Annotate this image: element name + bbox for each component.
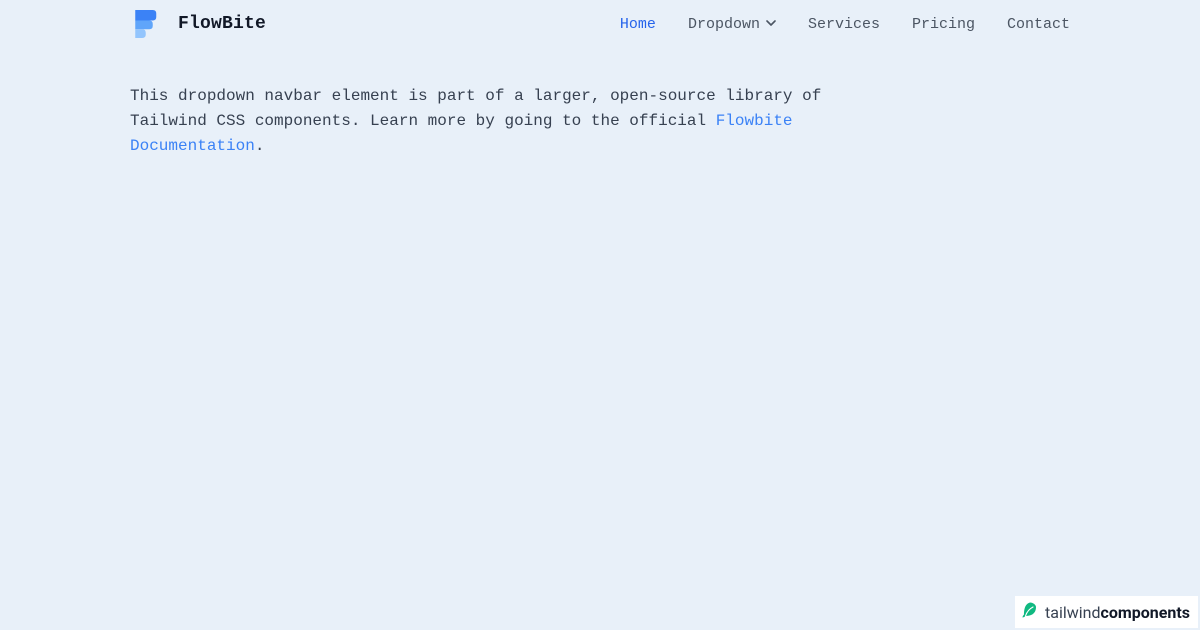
footer-light: tailwind	[1045, 603, 1101, 622]
nav-label: Pricing	[912, 16, 975, 33]
tailwind-components-badge[interactable]: tailwindcomponents	[1015, 596, 1198, 628]
nav-link-dropdown[interactable]: Dropdown	[688, 16, 776, 33]
nav-label: Dropdown	[688, 16, 760, 33]
description-part2: .	[255, 137, 265, 155]
nav-links: Home Dropdown Services Pricing Contact	[620, 16, 1070, 33]
nav-link-home[interactable]: Home	[620, 16, 656, 33]
chevron-down-icon	[766, 16, 776, 33]
nav-label: Services	[808, 16, 880, 33]
footer-text: tailwindcomponents	[1045, 603, 1190, 622]
description-text: This dropdown navbar element is part of …	[130, 84, 830, 158]
flowbite-logo-icon	[130, 8, 158, 40]
brand-name: FlowBite	[178, 14, 266, 34]
nav-link-services[interactable]: Services	[808, 16, 880, 33]
content-area: This dropdown navbar element is part of …	[130, 64, 1070, 158]
leaf-icon	[1021, 601, 1039, 623]
nav-label: Home	[620, 16, 656, 33]
navbar: FlowBite Home Dropdown Services Pricing	[130, 8, 1070, 64]
nav-link-contact[interactable]: Contact	[1007, 16, 1070, 33]
nav-link-pricing[interactable]: Pricing	[912, 16, 975, 33]
footer-bold: components	[1101, 603, 1190, 622]
nav-label: Contact	[1007, 16, 1070, 33]
brand-link[interactable]: FlowBite	[130, 8, 266, 40]
